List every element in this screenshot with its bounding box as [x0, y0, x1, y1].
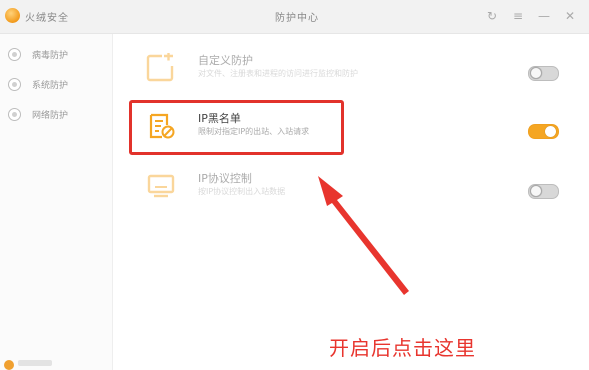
app-title: 火绒安全 — [25, 13, 69, 24]
feature-title: 自定义防护 — [198, 54, 253, 67]
system-icon — [8, 78, 21, 91]
bottom-brand — [0, 360, 112, 370]
custom-protection-toggle[interactable] — [528, 66, 559, 81]
annotation-text: 开启后点击这里 — [329, 336, 476, 360]
refresh-icon[interactable]: ↻ — [482, 6, 502, 26]
title-bar: 火绒安全 防护中心 ↻ ≡ — ✕ — [0, 0, 589, 34]
sidebar-item-network-protection[interactable]: 网络防护 — [8, 106, 108, 124]
ip-protocol-icon — [147, 174, 175, 198]
sidebar-item-system-protection[interactable]: 系统防护 — [8, 76, 108, 94]
feature-description: 对文件、注册表和进程的访问进行监控和防护 — [198, 69, 358, 78]
sidebar-item-label: 系统防护 — [32, 81, 69, 91]
brand-text-placeholder — [18, 360, 52, 366]
feature-row-ip-protocol: IP协议控制 按IP协议控制出入站数据 — [130, 163, 570, 213]
toggle-knob — [545, 126, 556, 137]
ip-protocol-toggle[interactable] — [528, 184, 559, 199]
close-icon[interactable]: ✕ — [560, 6, 580, 26]
sidebar-item-label: 网络防护 — [32, 111, 69, 121]
network-icon — [8, 108, 21, 121]
custom-protection-icon — [146, 53, 175, 82]
sidebar-item-label: 病毒防护 — [32, 51, 69, 61]
brand-logo-icon — [4, 360, 14, 370]
feature-title: IP协议控制 — [198, 172, 252, 185]
shield-icon — [8, 48, 21, 61]
toggle-knob — [530, 67, 542, 79]
window-title: 防护中心 — [275, 13, 319, 24]
feature-row-custom-protection: 自定义防护 对文件、注册表和进程的访问进行监控和防护 — [130, 45, 570, 95]
ip-blacklist-toggle[interactable] — [528, 124, 559, 139]
sidebar: 病毒防护 系统防护 网络防护 — [0, 34, 113, 370]
minimize-icon[interactable]: — — [534, 6, 554, 26]
sidebar-item-virus-protection[interactable]: 病毒防护 — [8, 46, 108, 64]
app-logo-icon — [5, 8, 20, 23]
toggle-knob — [530, 185, 542, 197]
menu-icon[interactable]: ≡ — [508, 6, 528, 26]
feature-description: 按IP协议控制出入站数据 — [198, 187, 286, 196]
highlight-box — [129, 100, 344, 155]
